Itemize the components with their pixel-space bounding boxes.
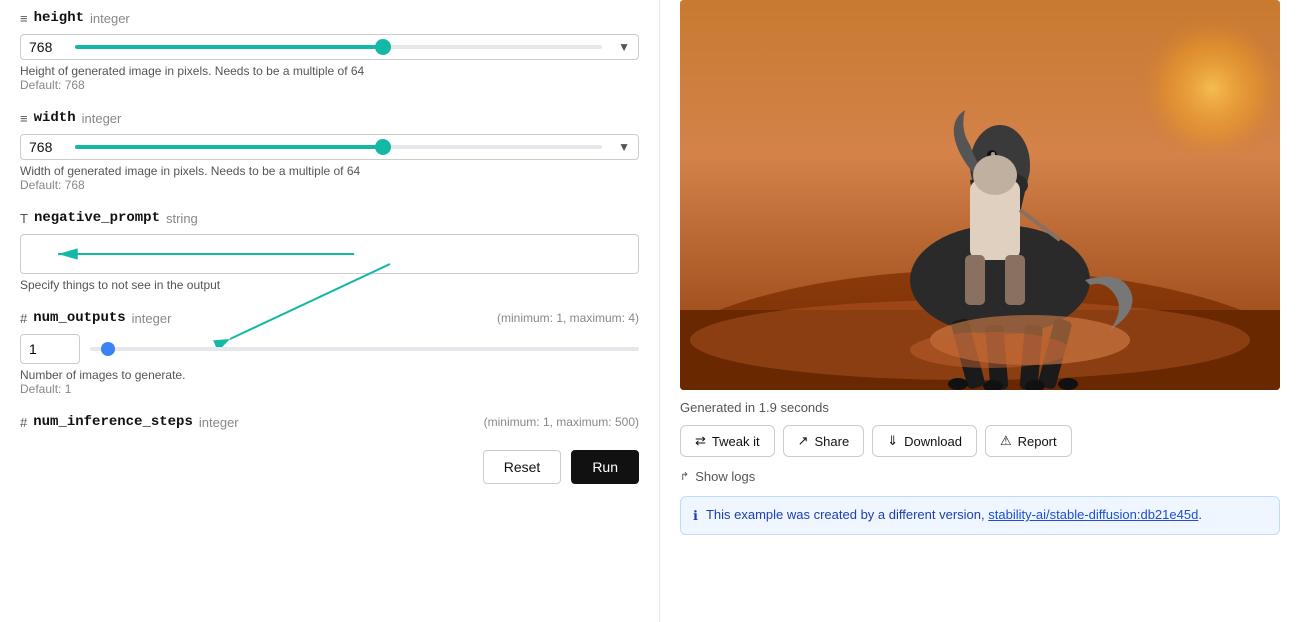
height-field-block: ≡ height integer 768 ▼ Height of generat…: [20, 10, 639, 92]
info-box: ℹ This example was created by a differen…: [680, 496, 1280, 535]
height-label: ≡ height integer: [20, 10, 639, 26]
negative-prompt-desc: Specify things to not see in the output: [20, 278, 639, 292]
width-range-track[interactable]: [75, 145, 602, 149]
num-outputs-input-row: 1: [20, 334, 639, 364]
num-outputs-track: [90, 347, 639, 351]
num-outputs-label: # num_outputs integer: [20, 310, 171, 326]
show-logs-row[interactable]: ↱ Show logs: [680, 469, 1280, 484]
num-outputs-label-row: # num_outputs integer (minimum: 1, maxim…: [20, 310, 639, 326]
num-inference-label: # num_inference_steps integer: [20, 414, 239, 430]
reset-button[interactable]: Reset: [483, 450, 562, 484]
width-default: Default: 768: [20, 178, 639, 192]
gen-time: Generated in 1.9 seconds: [680, 400, 1280, 415]
width-range-row[interactable]: 768 ▼: [20, 134, 639, 160]
report-button[interactable]: ⚠ Report: [985, 425, 1072, 457]
num-outputs-field-block: # num_outputs integer (minimum: 1, maxim…: [20, 310, 639, 396]
show-logs-arrow-icon: ↱: [680, 470, 689, 483]
tweak-icon: ⇄: [695, 433, 706, 449]
num-inference-field-name: num_inference_steps: [33, 414, 193, 430]
width-range-fill: [75, 145, 391, 149]
download-button[interactable]: ⇓ Download: [872, 425, 977, 457]
width-field-block: ≡ width integer 768 ▼ Width of generated…: [20, 110, 639, 192]
height-field-name: height: [34, 10, 84, 26]
download-label: Download: [904, 434, 962, 449]
action-buttons: ⇄ Tweak it ↗ Share ⇓ Download ⚠ Report: [680, 425, 1280, 457]
width-field-type: integer: [82, 111, 122, 126]
num-outputs-default: Default: 1: [20, 382, 639, 396]
num-inference-field-type: integer: [199, 415, 239, 430]
width-icon: ≡: [20, 111, 28, 126]
height-default: Default: 768: [20, 78, 639, 92]
num-outputs-hint: (minimum: 1, maximum: 4): [497, 311, 639, 325]
num-outputs-field-name: num_outputs: [33, 310, 125, 326]
report-icon: ⚠: [1000, 433, 1012, 449]
width-desc: Width of generated image in pixels. Need…: [20, 164, 639, 178]
negative-prompt-field-name: negative_prompt: [34, 210, 160, 226]
negative-prompt-label: T negative_prompt string: [20, 210, 639, 226]
num-inference-field-block: # num_inference_steps integer (minimum: …: [20, 414, 639, 430]
info-icon: ℹ: [693, 508, 698, 524]
negative-prompt-field-block: T negative_prompt string Specify things …: [20, 210, 639, 292]
tweak-label: Tweak it: [712, 434, 760, 449]
negative-prompt-icon: T: [20, 211, 28, 226]
generated-image: [680, 0, 1280, 390]
download-icon: ⇓: [887, 433, 898, 449]
height-field-type: integer: [90, 11, 130, 26]
bottom-buttons: Reset Run: [20, 450, 639, 484]
num-inference-label-row: # num_inference_steps integer (minimum: …: [20, 414, 639, 430]
negative-prompt-input-row[interactable]: [20, 234, 639, 274]
height-range-fill: [75, 45, 391, 49]
horse-scene-svg: [680, 0, 1280, 390]
height-dropdown-arrow[interactable]: ▼: [618, 40, 630, 54]
num-outputs-icon: #: [20, 311, 27, 326]
width-value: 768: [29, 139, 59, 155]
share-icon: ↗: [798, 433, 809, 449]
num-outputs-desc: Number of images to generate.: [20, 368, 639, 382]
width-dropdown-arrow[interactable]: ▼: [618, 140, 630, 154]
info-link[interactable]: stability-ai/stable-diffusion:db21e45d: [988, 507, 1198, 522]
tweak-button[interactable]: ⇄ Tweak it: [680, 425, 775, 457]
num-outputs-field-type: integer: [132, 311, 172, 326]
run-button[interactable]: Run: [571, 450, 639, 484]
num-inference-hint: (minimum: 1, maximum: 500): [484, 415, 639, 429]
report-label: Report: [1018, 434, 1057, 449]
num-inference-icon: #: [20, 415, 27, 430]
width-field-name: width: [34, 110, 76, 126]
right-panel: Generated in 1.9 seconds ⇄ Tweak it ↗ Sh…: [660, 0, 1300, 622]
height-icon: ≡: [20, 11, 28, 26]
show-logs-label: Show logs: [695, 469, 755, 484]
negative-prompt-field-type: string: [166, 211, 198, 226]
num-outputs-input[interactable]: 1: [20, 334, 80, 364]
share-label: Share: [815, 434, 850, 449]
height-value: 768: [29, 39, 59, 55]
share-button[interactable]: ↗ Share: [783, 425, 865, 457]
height-range-track[interactable]: [75, 45, 602, 49]
info-text: This example was created by a different …: [706, 507, 1202, 522]
width-range-thumb: [375, 139, 391, 155]
width-label: ≡ width integer: [20, 110, 639, 126]
height-range-row[interactable]: 768 ▼: [20, 34, 639, 60]
negative-prompt-arrow-svg: [21, 235, 638, 273]
num-outputs-thumb: [101, 342, 115, 356]
num-outputs-slider[interactable]: [90, 339, 639, 359]
height-desc: Height of generated image in pixels. Nee…: [20, 64, 639, 78]
left-panel: ≡ height integer 768 ▼ Height of generat…: [0, 0, 660, 622]
height-range-thumb: [375, 39, 391, 55]
